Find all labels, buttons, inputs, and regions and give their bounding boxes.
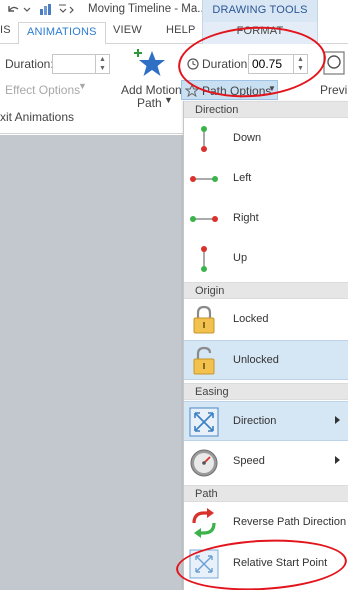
menu-item-up[interactable]: Up (184, 239, 348, 279)
menu-item-label: Reverse Path Direction (233, 516, 347, 528)
menu-item-label: Unlocked (233, 354, 279, 366)
path-down-icon (201, 126, 207, 152)
dropdown-arrow-icon[interactable] (22, 2, 32, 16)
section-path: Path (184, 485, 348, 502)
submenu-arrow-icon (335, 416, 340, 424)
path-options-arrow-icon: ▼ (268, 84, 276, 93)
reverse-path-icon (192, 508, 216, 538)
tab-help[interactable]: HELP (166, 24, 196, 36)
duration-label-right: Duration: (202, 57, 251, 71)
add-motion-path-icon[interactable] (134, 47, 168, 81)
preview-icon[interactable] (320, 48, 348, 80)
menu-item-reverse-path-direction[interactable]: Reverse Path Direction (184, 503, 348, 543)
menu-item-label: Speed (233, 455, 265, 467)
menu-item-speed[interactable]: Speed (184, 442, 348, 482)
easing-direction-icon (189, 407, 219, 437)
section-easing: Easing (184, 383, 348, 400)
menu-item-label: Down (233, 132, 262, 144)
menu-item-label: Right (233, 212, 259, 224)
add-motion-path-arrow-icon: ▼ (164, 95, 173, 105)
path-options-label: Path Options (202, 84, 272, 98)
clock-icon (187, 58, 199, 70)
undo-icon[interactable] (6, 2, 20, 16)
duration-spinner-left[interactable]: ▲ ▼ (96, 54, 110, 74)
tab-animations[interactable]: ANIMATIONS (18, 22, 106, 45)
window-title: Moving Timeline - Ma... (88, 3, 207, 15)
menu-item-left[interactable]: Left (184, 159, 348, 199)
preview-label[interactable]: Previ (320, 83, 347, 97)
tab-slide-show[interactable]: IS (0, 24, 11, 36)
duration-label-left: Duration: (5, 57, 54, 71)
menu-item-relative-start-point[interactable]: Relative Start Point (184, 544, 348, 584)
speed-gauge-icon (190, 449, 218, 477)
effect-options-arrow-icon: ▼ (78, 81, 87, 91)
menu-item-label: Up (233, 252, 248, 264)
spin-up-icon[interactable]: ▲ (96, 55, 109, 64)
tab-view[interactable]: VIEW (113, 24, 142, 36)
menu-item-label: Left (233, 172, 252, 184)
path-options-menu: Direction Down Left Right Up Origin Lock… (183, 101, 348, 590)
path-left-icon (190, 176, 218, 182)
menu-item-label: Relative Start Point (233, 557, 328, 569)
menu-item-right[interactable]: Right (184, 199, 348, 239)
duration-input-left[interactable] (52, 54, 96, 74)
path-up-icon (201, 246, 207, 272)
menu-item-direction[interactable]: Direction (184, 401, 348, 441)
relative-start-icon (189, 549, 219, 579)
path-right-icon (190, 216, 218, 222)
menu-item-label: Locked (233, 313, 269, 325)
spin-up-icon[interactable]: ▲ (294, 55, 307, 64)
editing-canvas (0, 135, 183, 590)
lock-open-icon (193, 346, 215, 375)
ribbon-tabs: IS ANIMATIONS VIEW HELP FORMAT (0, 20, 348, 45)
menu-item-down[interactable]: Down (184, 119, 348, 159)
effect-options-label[interactable]: Effect Options (5, 83, 80, 97)
section-origin: Origin (184, 282, 348, 299)
star-path-icon (185, 84, 199, 97)
exit-animations-label: xit Animations (0, 110, 75, 124)
section-direction: Direction (184, 101, 348, 118)
drawing-tools-header: DRAWING TOOLS (202, 0, 318, 22)
customize-quick-access-icon[interactable] (58, 2, 76, 16)
menu-item-unlocked[interactable]: Unlocked (184, 340, 348, 380)
spin-down-icon[interactable]: ▼ (294, 64, 307, 73)
duration-input-right[interactable] (248, 54, 294, 74)
add-motion-path-label-line2[interactable]: Path (137, 96, 162, 110)
chart-icon[interactable] (38, 2, 54, 16)
path-options-button[interactable]: Path Options ▼ (181, 80, 278, 100)
duration-spinner-right[interactable]: ▲ ▼ (294, 54, 308, 74)
submenu-arrow-icon (335, 456, 340, 464)
spin-down-icon[interactable]: ▼ (96, 64, 109, 73)
tab-format[interactable]: FORMAT (202, 20, 318, 44)
menu-item-label: Direction (233, 415, 277, 427)
lock-closed-icon (193, 305, 215, 334)
menu-item-locked[interactable]: Locked (184, 300, 348, 340)
